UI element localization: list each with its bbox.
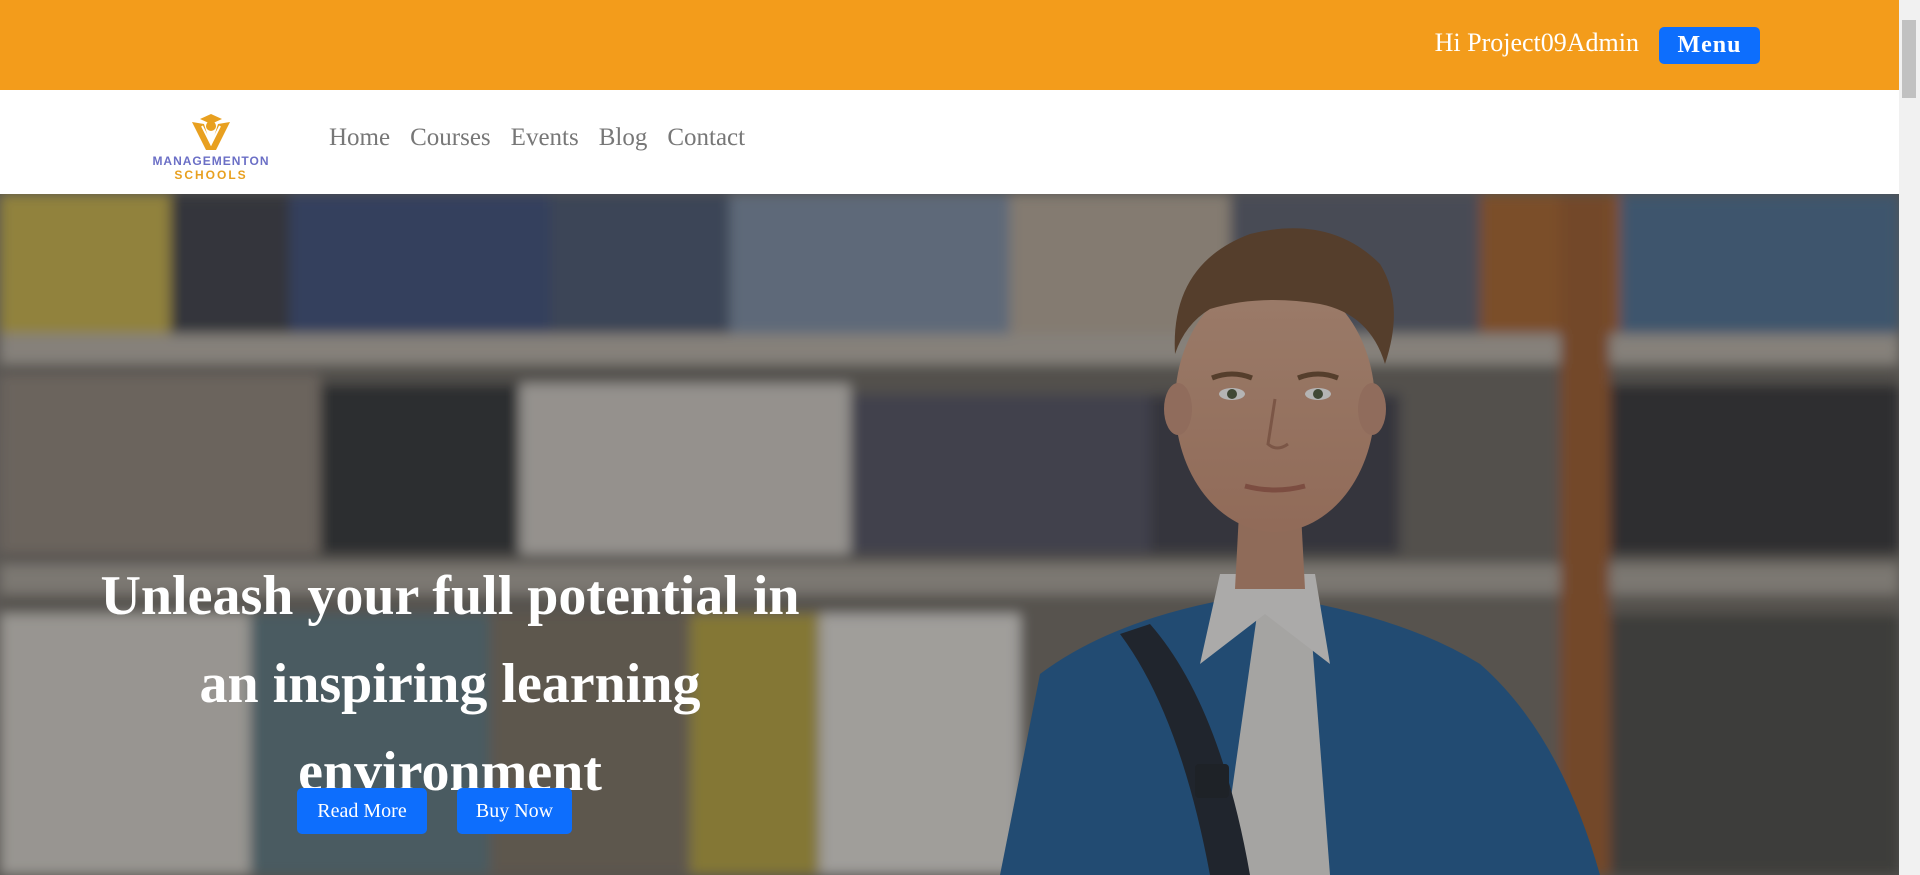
graduate-logo-icon [192,114,230,150]
logo-text-secondary: SCHOOLS [174,168,248,182]
read-more-button[interactable]: Read More [297,788,427,834]
nav-item-blog[interactable]: Blog [599,124,648,152]
buy-now-button[interactable]: Buy Now [457,788,572,834]
nav-item-courses[interactable]: Courses [410,124,491,152]
logo-text-primary: MANAGEMENTON [152,154,270,168]
menu-button[interactable]: Menu [1659,27,1760,64]
hero-section: Unleash your full potential in an inspir… [0,194,1899,875]
nav-item-events[interactable]: Events [511,124,579,152]
nav-links: Home Courses Events Blog Contact [329,124,745,152]
hero-title: Unleash your full potential in an inspir… [100,564,800,803]
user-greeting: Hi Project09Admin [1434,28,1639,57]
nav-item-contact[interactable]: Contact [667,124,745,152]
nav-item-home[interactable]: Home [329,124,390,152]
page: Hi Project09Admin Menu MANAGEMENTON SCHO… [0,0,1899,875]
site-logo[interactable]: MANAGEMENTON SCHOOLS [146,102,276,182]
scrollbar-thumb[interactable] [1902,20,1916,98]
main-navbar: MANAGEMENTON SCHOOLS Home Courses Events… [0,90,1899,194]
top-bar: Hi Project09Admin Menu [0,0,1899,90]
page-scrollbar[interactable] [1899,0,1920,875]
